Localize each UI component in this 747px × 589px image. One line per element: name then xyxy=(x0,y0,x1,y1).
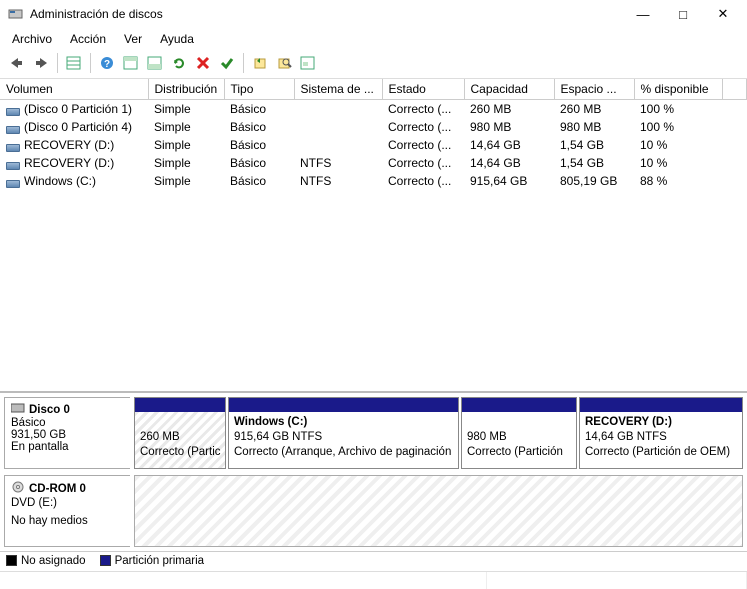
cdrom-empty-area xyxy=(134,475,743,547)
cdrom-row[interactable]: CD-ROM 0 DVD (E:) No hay medios xyxy=(4,475,743,547)
col-fs[interactable]: Sistema de ... xyxy=(294,79,382,100)
menubar: Archivo Acción Ver Ayuda xyxy=(0,28,747,50)
volume-icon xyxy=(6,159,20,169)
minimize-button[interactable]: — xyxy=(623,1,663,27)
refresh-button[interactable] xyxy=(168,52,190,74)
col-status[interactable]: Estado xyxy=(382,79,464,100)
forward-button[interactable] xyxy=(30,52,52,74)
table-row[interactable]: (Disco 0 Partición 4)SimpleBásicoCorrect… xyxy=(0,118,747,136)
table-row[interactable]: RECOVERY (D:)SimpleBásicoNTFSCorrecto (.… xyxy=(0,154,747,172)
partition-recovery-d[interactable]: RECOVERY (D:) 14,64 GB NTFS Correcto (Pa… xyxy=(579,397,743,469)
statusbar xyxy=(0,571,747,589)
separator xyxy=(57,53,58,73)
svg-text:?: ? xyxy=(103,59,109,70)
disk-mgmt-icon xyxy=(8,6,24,22)
separator xyxy=(243,53,244,73)
search-button[interactable] xyxy=(273,52,295,74)
menu-help[interactable]: Ayuda xyxy=(152,30,202,48)
volume-icon xyxy=(6,141,20,151)
partition-windows-c[interactable]: Windows (C:) 915,64 GB NTFS Correcto (Ar… xyxy=(228,397,459,469)
separator xyxy=(90,53,91,73)
disk-0-row[interactable]: Disco 0 Básico 931,50 GB En pantalla 260… xyxy=(4,397,743,469)
col-free[interactable]: Espacio ... xyxy=(554,79,634,100)
close-button[interactable]: ✕ xyxy=(703,1,743,27)
menu-file[interactable]: Archivo xyxy=(4,30,60,48)
table-row[interactable]: RECOVERY (D:)SimpleBásicoCorrecto (...14… xyxy=(0,136,747,154)
disk-0-info: Disco 0 Básico 931,50 GB En pantalla xyxy=(4,397,130,469)
back-button[interactable] xyxy=(6,52,28,74)
partition-4[interactable]: 980 MB Correcto (Partición xyxy=(461,397,577,469)
legend-unallocated-icon xyxy=(6,555,17,566)
legend: No asignado Partición primaria xyxy=(0,551,747,571)
view-list-button[interactable] xyxy=(63,52,85,74)
hdd-icon xyxy=(11,402,25,417)
cdrom-info: CD-ROM 0 DVD (E:) No hay medios xyxy=(4,475,130,547)
graphical-view: Disco 0 Básico 931,50 GB En pantalla 260… xyxy=(0,391,747,551)
volume-icon xyxy=(6,123,20,133)
help-button[interactable]: ? xyxy=(96,52,118,74)
undo-button[interactable] xyxy=(249,52,271,74)
volume-list[interactable]: Volumen Distribución Tipo Sistema de ...… xyxy=(0,79,747,391)
toolbar: ? xyxy=(0,50,747,79)
col-volume[interactable]: Volumen xyxy=(0,79,148,100)
table-row[interactable]: Windows (C:)SimpleBásicoNTFSCorrecto (..… xyxy=(0,172,747,190)
apply-button[interactable] xyxy=(216,52,238,74)
legend-primary-icon xyxy=(100,555,111,566)
delete-button[interactable] xyxy=(192,52,214,74)
window-title: Administración de discos xyxy=(30,7,623,21)
disc-icon xyxy=(11,480,25,497)
table-row[interactable]: (Disco 0 Partición 1)SimpleBásicoCorrect… xyxy=(0,100,747,119)
col-type[interactable]: Tipo xyxy=(224,79,294,100)
maximize-button[interactable]: □ xyxy=(663,1,703,27)
column-headers: Volumen Distribución Tipo Sistema de ...… xyxy=(0,79,747,100)
partition-1[interactable]: 260 MB Correcto (Partic xyxy=(134,397,226,469)
col-pct[interactable]: % disponible xyxy=(634,79,722,100)
titlebar: Administración de discos — □ ✕ xyxy=(0,0,747,28)
volume-icon xyxy=(6,105,20,115)
view-top-button[interactable] xyxy=(120,52,142,74)
col-layout[interactable]: Distribución xyxy=(148,79,224,100)
volume-icon xyxy=(6,177,20,187)
view-bottom-button[interactable] xyxy=(144,52,166,74)
col-capacity[interactable]: Capacidad xyxy=(464,79,554,100)
menu-view[interactable]: Ver xyxy=(116,30,150,48)
settings-button[interactable] xyxy=(297,52,319,74)
menu-action[interactable]: Acción xyxy=(62,30,114,48)
